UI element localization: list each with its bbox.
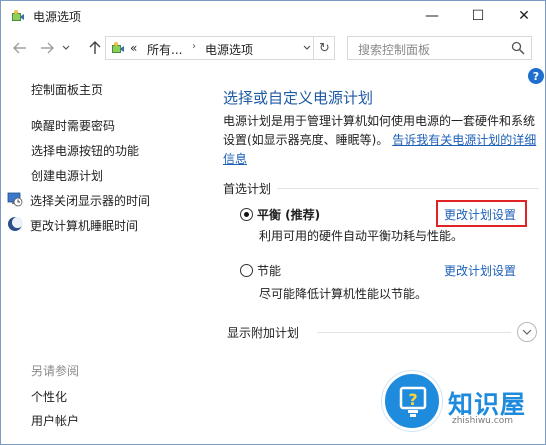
see-also-personalization[interactable]: 个性化 [31,388,67,405]
up-button[interactable] [86,38,104,58]
search-input[interactable]: 搜索控制面板 [347,36,532,60]
title-bar: 电源选项 — ☐ ✕ [1,1,545,31]
maximize-button[interactable]: ☐ [455,1,501,31]
chevron-down-icon [62,45,70,50]
sidebar-item-sleep-time[interactable]: 更改计算机睡眠时间 [30,217,138,234]
chevron-down-icon [522,329,532,335]
see-also-user-accounts[interactable]: 用户帐户 [31,412,79,429]
additional-divider [317,332,511,333]
plan-balanced-description: 利用可用的硬件自动平衡功耗与性能。 [259,229,464,243]
monitor-clock-icon [7,192,23,207]
show-additional-plans[interactable]: 显示附加计划 [227,324,299,341]
left-pane: 控制面板主页 唤醒时需要密码 选择电源按钮的功能 创建电源计划 选择关闭显示器的… [1,65,201,444]
back-button[interactable] [11,38,29,58]
sidebar-item-create-plan[interactable]: 创建电源计划 [31,167,103,184]
sidebar-item-power-buttons[interactable]: 选择电源按钮的功能 [31,142,139,159]
address-overflow[interactable]: « [130,41,137,55]
close-button[interactable]: ✕ [501,1,545,31]
help-icon[interactable]: ? [528,68,544,84]
arrow-right-icon [41,42,54,54]
forward-button[interactable] [38,38,56,58]
plan-power-saver-change-settings-link[interactable]: 更改计划设置 [444,262,516,279]
search-placeholder: 搜索控制面板 [358,43,431,57]
breadcrumb-power-options[interactable]: 电源选项 [205,41,253,58]
svg-text:?: ? [408,390,417,409]
arrow-up-icon [89,41,101,54]
breadcrumb-separator[interactable]: › [192,41,196,52]
page-description: 电源计划是用于管理计算机如何使用电源的一套硬件和系统设置(如显示器亮度、睡眠等)… [223,112,539,169]
minimize-button[interactable]: — [409,1,455,31]
arrow-left-icon [13,42,26,54]
control-panel-icon [112,42,124,53]
moon-icon [8,217,23,231]
breadcrumb-all-items[interactable]: 所有... [147,41,182,58]
sidebar-item-display-off-time[interactable]: 选择关闭显示器的时间 [30,192,150,209]
search-icon [511,41,525,55]
plan-balanced-radio[interactable] [240,208,253,221]
section-label: 首选计划 [223,180,278,197]
sidebar-item-home[interactable]: 控制面板主页 [31,81,103,98]
preferred-plans-header: 首选计划 [223,180,539,197]
recent-locations-button[interactable] [57,38,75,58]
watermark-subtext: zhishiwu.com [452,416,513,426]
navigation-bar: « 所有... › 电源选项 ↻ 搜索控制面板 [1,31,545,65]
plan-power-saver-description: 尽可能降低计算机性能以节能。 [259,287,428,301]
plan-balanced-name[interactable]: 平衡 (推荐) [257,206,320,223]
lightbulb-icon: ? [399,386,427,417]
refresh-icon: ↻ [319,40,330,56]
page-title: 选择或自定义电源计划 [223,89,374,107]
plan-power-saver-name[interactable]: 节能 [257,262,281,279]
plan-balanced-change-settings-link[interactable]: 更改计划设置 [444,206,516,223]
watermark-logo: ? [382,371,442,431]
sidebar-item-wake-password[interactable]: 唤醒时需要密码 [31,117,115,134]
power-options-icon [12,10,24,21]
chevron-down-icon [303,45,311,50]
see-also-heading: 另请参阅 [31,364,80,378]
power-options-window: 电源选项 — ☐ ✕ « 所有... › 电源选项 ↻ 搜索控制面板 ? 控制面… [0,0,546,445]
expand-additional-plans-button[interactable] [517,322,537,342]
refresh-button[interactable]: ↻ [313,37,335,59]
plan-power-saver-radio[interactable] [240,264,253,277]
window-title: 电源选项 [33,10,82,24]
address-bar[interactable]: « 所有... › 电源选项 [105,36,335,60]
